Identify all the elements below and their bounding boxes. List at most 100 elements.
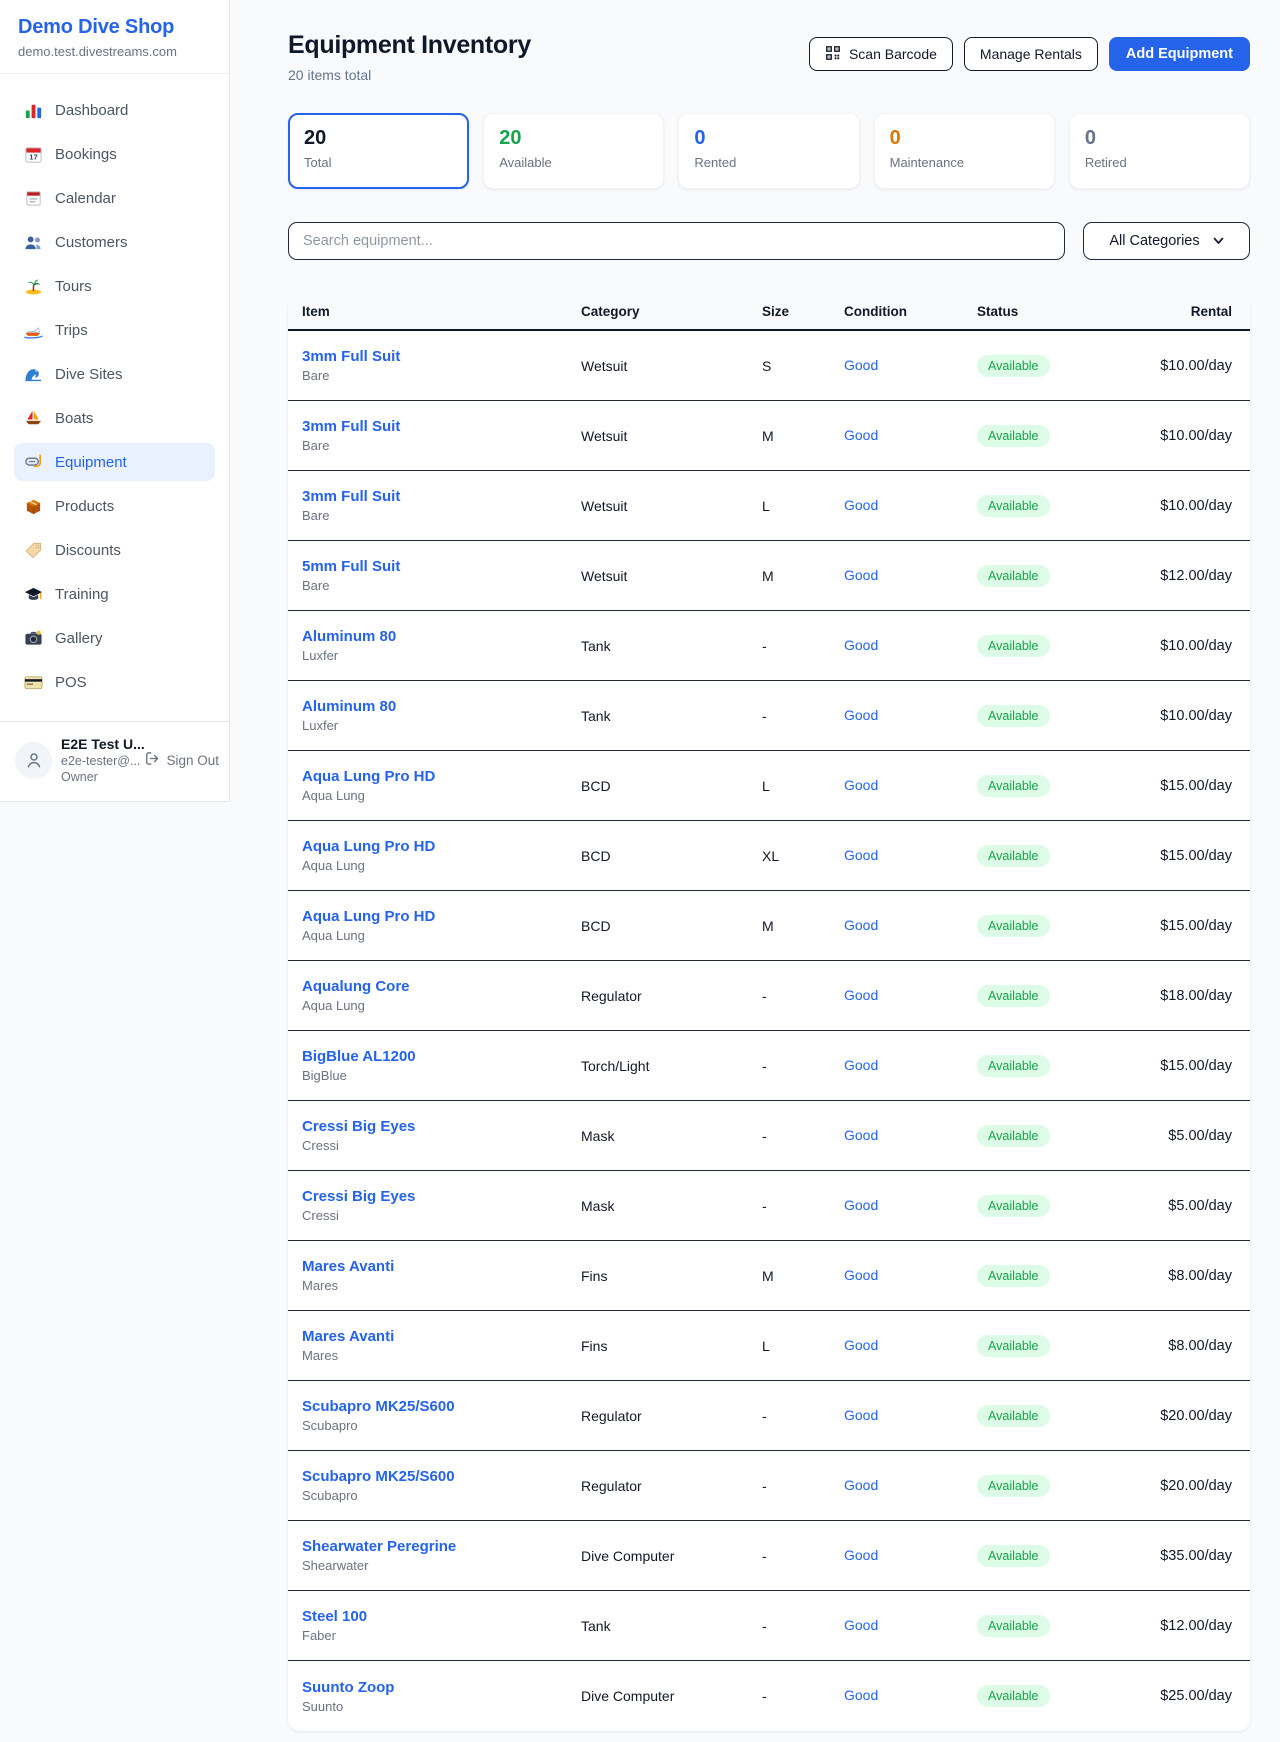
condition-link[interactable]: Good xyxy=(844,1547,878,1563)
search-input[interactable] xyxy=(288,222,1065,260)
condition-link[interactable]: Good xyxy=(844,1197,878,1213)
size-cell: - xyxy=(762,1058,844,1074)
condition-link[interactable]: Good xyxy=(844,917,878,933)
sidebar-item-gallery[interactable]: Gallery xyxy=(14,619,215,657)
stat-card-available[interactable]: 20Available xyxy=(483,113,664,189)
status-badge: Available xyxy=(977,1685,1050,1707)
item-name-link[interactable]: Steel 100 xyxy=(302,1608,581,1625)
item-name-link[interactable]: Aqua Lung Pro HD xyxy=(302,838,581,855)
brand-title[interactable]: Demo Dive Shop xyxy=(18,16,211,39)
sidebar-item-calendar[interactable]: Calendar xyxy=(14,179,215,217)
stat-card-maintenance[interactable]: 0Maintenance xyxy=(874,113,1055,189)
stats-row: 20Total20Available0Rented0Maintenance0Re… xyxy=(288,113,1250,189)
sidebar-item-pos[interactable]: POS xyxy=(14,663,215,701)
item-name-link[interactable]: Aluminum 80 xyxy=(302,628,581,645)
category-select-value: All Categories xyxy=(1109,233,1199,249)
condition-link[interactable]: Good xyxy=(844,1337,878,1353)
item-cell: Cressi Big EyesCressi xyxy=(302,1118,581,1153)
sidebar-item-discounts[interactable]: Discounts xyxy=(14,531,215,569)
size-cell: - xyxy=(762,988,844,1004)
sidebar-item-trips[interactable]: Trips xyxy=(14,311,215,349)
condition-link[interactable]: Good xyxy=(844,1617,878,1633)
dive-sites-icon xyxy=(24,365,43,384)
products-icon xyxy=(24,497,43,516)
condition-link[interactable]: Good xyxy=(844,1267,878,1283)
sidebar-item-label: Calendar xyxy=(55,190,116,207)
sidebar-item-bookings[interactable]: 17Bookings xyxy=(14,135,215,173)
condition-link[interactable]: Good xyxy=(844,847,878,863)
item-name-link[interactable]: Shearwater Peregrine xyxy=(302,1538,581,1555)
condition-link[interactable]: Good xyxy=(844,567,878,583)
item-brand: Luxfer xyxy=(302,648,581,663)
condition-link[interactable]: Good xyxy=(844,357,878,373)
condition-link[interactable]: Good xyxy=(844,1057,878,1073)
item-name-link[interactable]: 5mm Full Suit xyxy=(302,558,581,575)
stat-card-total[interactable]: 20Total xyxy=(288,113,469,189)
sidebar-item-dive-sites[interactable]: Dive Sites xyxy=(14,355,215,393)
sidebar-item-label: Boats xyxy=(55,410,93,427)
item-cell: Aqua Lung Pro HD Aqua Lung xyxy=(302,838,581,873)
item-name-link[interactable]: Scubapro MK25/S600 xyxy=(302,1468,581,1485)
condition-link[interactable]: Good xyxy=(844,707,878,723)
table-row: Mares AvantiMaresFinsLGoodAvailable$8.00… xyxy=(288,1311,1250,1381)
discounts-icon xyxy=(24,541,43,560)
item-name-link[interactable]: Aqua Lung Pro HD xyxy=(302,908,581,925)
item-name-link[interactable]: Aqualung Core xyxy=(302,978,581,995)
category-cell: BCD xyxy=(581,778,762,794)
user-role: Owner xyxy=(61,770,135,784)
sidebar-item-equipment[interactable]: Equipment xyxy=(14,443,215,481)
item-name-link[interactable]: BigBlue AL1200 xyxy=(302,1048,581,1065)
equipment-icon xyxy=(24,453,43,472)
stat-card-retired[interactable]: 0Retired xyxy=(1069,113,1250,189)
item-cell: 5mm Full SuitBare xyxy=(302,558,581,593)
item-brand: Scubapro xyxy=(302,1488,581,1503)
category-cell: Tank xyxy=(581,1618,762,1634)
condition-link[interactable]: Good xyxy=(844,987,878,1003)
item-name-link[interactable]: Aqua Lung Pro HD xyxy=(302,768,581,785)
stat-label: Available xyxy=(499,155,648,170)
condition-link[interactable]: Good xyxy=(844,777,878,793)
item-name-link[interactable]: Cressi Big Eyes xyxy=(302,1118,581,1135)
category-cell: Mask xyxy=(581,1128,762,1144)
item-cell: Suunto ZoopSuunto xyxy=(302,1679,581,1714)
size-cell: - xyxy=(762,1478,844,1494)
sign-out-button[interactable]: Sign Out xyxy=(144,750,219,770)
add-equipment-button[interactable]: Add Equipment xyxy=(1109,37,1250,71)
item-name-link[interactable]: 3mm Full Suit xyxy=(302,418,581,435)
item-name-link[interactable]: Mares Avanti xyxy=(302,1258,581,1275)
scan-barcode-button[interactable]: Scan Barcode xyxy=(809,37,953,71)
user-info: E2E Test U... e2e-tester@... Owner xyxy=(61,736,135,784)
item-name-link[interactable]: Mares Avanti xyxy=(302,1328,581,1345)
sidebar-item-tours[interactable]: Tours xyxy=(14,267,215,305)
category-cell: Dive Computer xyxy=(581,1548,762,1564)
item-name-link[interactable]: Suunto Zoop xyxy=(302,1679,581,1696)
sidebar-item-products[interactable]: Products xyxy=(14,487,215,525)
item-name-link[interactable]: Cressi Big Eyes xyxy=(302,1188,581,1205)
item-name-link[interactable]: Aluminum 80 xyxy=(302,698,581,715)
sidebar-item-boats[interactable]: Boats xyxy=(14,399,215,437)
sidebar-item-customers[interactable]: Customers xyxy=(14,223,215,261)
item-name-link[interactable]: 3mm Full Suit xyxy=(302,488,581,505)
sidebar-item-dashboard[interactable]: Dashboard xyxy=(14,91,215,129)
manage-rentals-button[interactable]: Manage Rentals xyxy=(964,37,1098,71)
sign-out-label: Sign Out xyxy=(166,753,219,768)
condition-link[interactable]: Good xyxy=(844,1477,878,1493)
condition-link[interactable]: Good xyxy=(844,637,878,653)
size-cell: - xyxy=(762,1408,844,1424)
item-name-link[interactable]: Scubapro MK25/S600 xyxy=(302,1398,581,1415)
condition-link[interactable]: Good xyxy=(844,427,878,443)
stat-card-rented[interactable]: 0Rented xyxy=(678,113,859,189)
condition-link[interactable]: Good xyxy=(844,1127,878,1143)
item-cell: 3mm Full SuitBare xyxy=(302,348,581,383)
rental-cell: $15.00/day xyxy=(1127,1058,1232,1074)
item-brand: Aqua Lung xyxy=(302,858,581,873)
condition-link[interactable]: Good xyxy=(844,497,878,513)
item-name-link[interactable]: 3mm Full Suit xyxy=(302,348,581,365)
condition-link[interactable]: Good xyxy=(844,1407,878,1423)
column-header-condition: Condition xyxy=(844,304,977,319)
condition-link[interactable]: Good xyxy=(844,1687,878,1703)
category-select[interactable]: All Categories xyxy=(1083,222,1250,260)
sidebar-item-label: Customers xyxy=(55,234,128,251)
barcode-scan-icon xyxy=(825,45,841,64)
sidebar-item-training[interactable]: Training xyxy=(14,575,215,613)
